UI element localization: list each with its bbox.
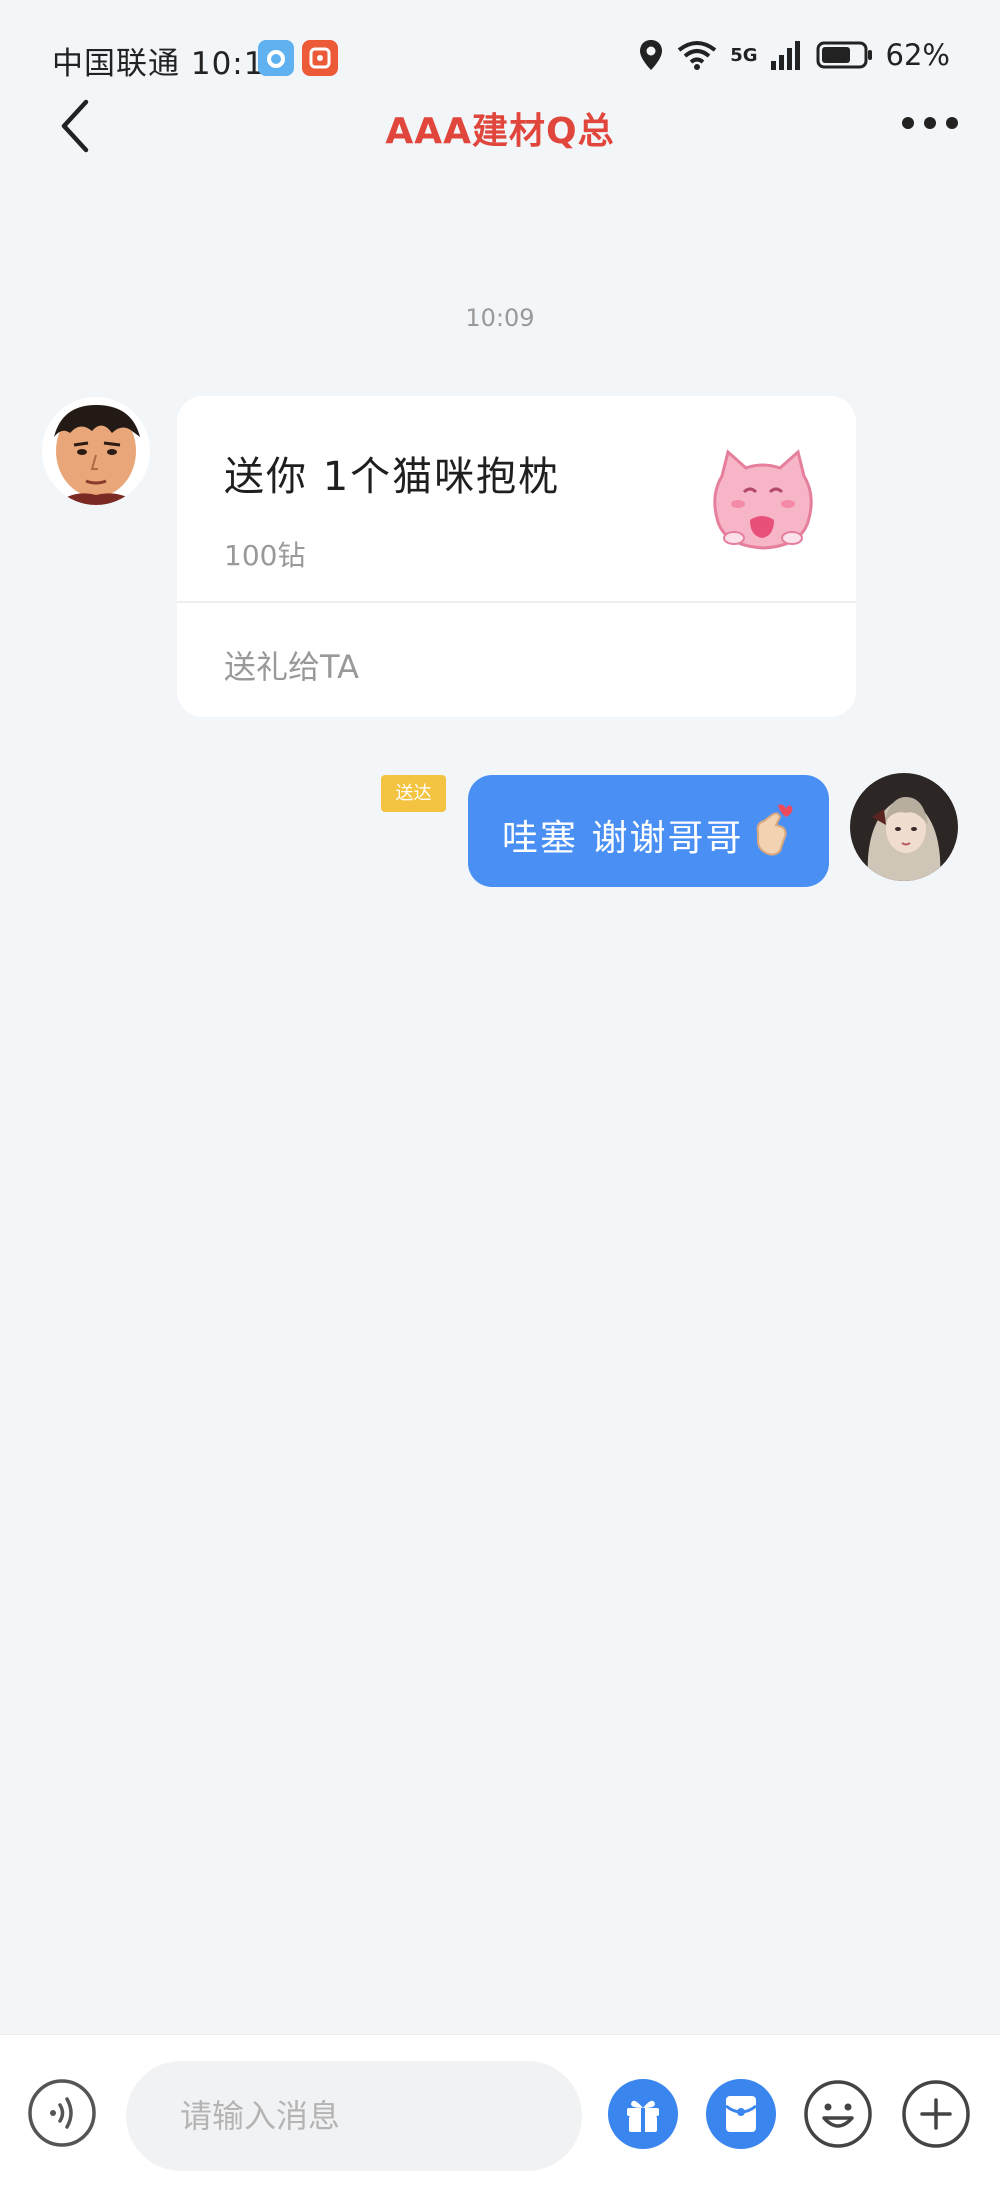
red-packet-button[interactable] (705, 2078, 777, 2150)
message-timestamp: 10:09 (465, 304, 535, 332)
plus-icon (902, 2080, 970, 2148)
battery-percent: 62% (885, 38, 950, 72)
emoji-button[interactable] (802, 2078, 874, 2150)
input-bar (0, 2034, 1000, 2201)
red-packet-icon (706, 2079, 776, 2149)
message-input[interactable] (126, 2061, 582, 2171)
more-dots-icon (902, 117, 958, 129)
smiley-icon (804, 2080, 872, 2148)
gift-title: 送你 1个猫咪抱枕 (224, 454, 561, 500)
avatar[interactable] (42, 397, 150, 505)
status-indicators: 5G 62% (638, 38, 950, 72)
carrier-and-time: 中国联通 10:10 (52, 38, 285, 83)
carrier-name: 中国联通 (52, 46, 180, 82)
divider (177, 601, 856, 603)
voice-button[interactable] (27, 2078, 97, 2148)
wifi-icon (677, 41, 717, 70)
cat-pillow-image (704, 446, 822, 554)
send-gift-link[interactable]: 送礼给TA (224, 642, 359, 688)
delivered-badge: 送达 (381, 775, 446, 812)
network-type: 5G (730, 44, 758, 66)
gift-icon (608, 2079, 678, 2149)
voice-icon (28, 2079, 96, 2147)
avatar[interactable] (850, 773, 958, 881)
app-notification-icon (258, 40, 294, 76)
location-icon (640, 40, 663, 70)
gift-price: 100钻 (224, 539, 306, 572)
more-button[interactable] (900, 112, 960, 134)
battery-icon (816, 41, 872, 69)
app-notification-icon (302, 40, 338, 76)
status-bar: 中国联通 10:10 5G 62% (0, 0, 1000, 110)
chat-title: AAA建材Q总 (385, 111, 615, 152)
message-bubble[interactable]: 哇塞 谢谢哥哥 (468, 775, 829, 887)
gift-button[interactable] (607, 2078, 679, 2150)
signal-icon (770, 41, 800, 70)
more-actions-button[interactable] (900, 2078, 972, 2150)
message-text: 哇塞 谢谢哥哥 (502, 818, 744, 859)
finger-heart-emoji-icon (748, 803, 794, 857)
gift-card[interactable]: 送你 1个猫咪抱枕 100钻 送礼给TA (177, 396, 856, 717)
